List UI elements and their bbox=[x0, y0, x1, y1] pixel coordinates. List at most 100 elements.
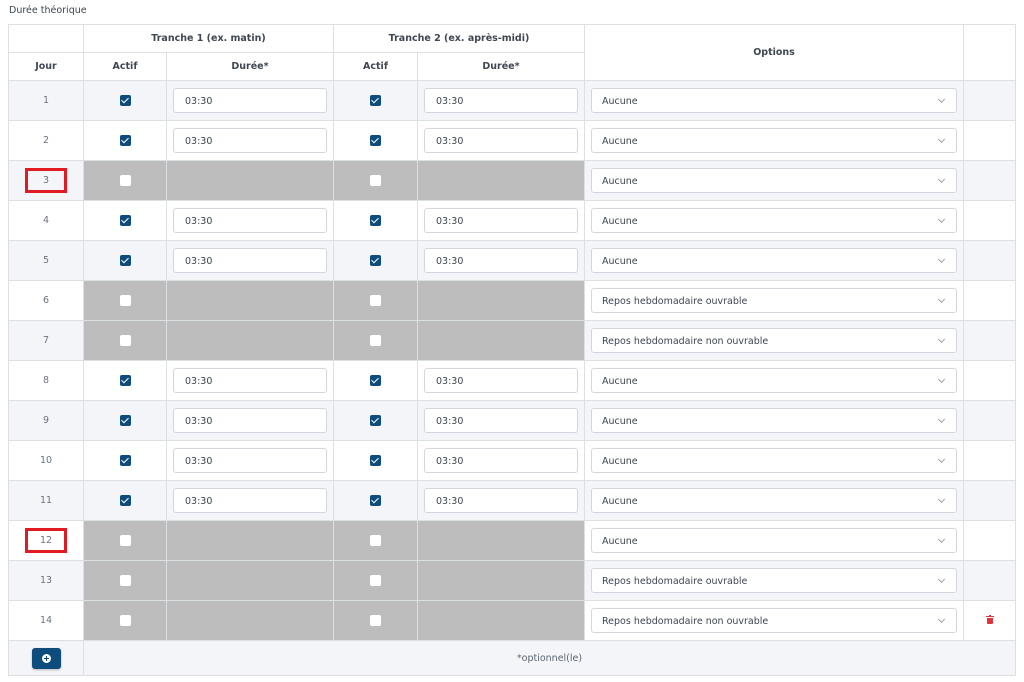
option-select[interactable]: Aucune bbox=[591, 128, 957, 153]
option-select[interactable]: Aucune bbox=[591, 208, 957, 233]
tranche2-active-checkbox[interactable] bbox=[370, 135, 381, 146]
tranche2-duration-cell: 03:30 bbox=[417, 80, 585, 121]
day-number: 2 bbox=[42, 135, 50, 146]
tranche1-duration-input[interactable]: 03:30 bbox=[173, 408, 327, 433]
tranche1-duration-cell: 03:30 bbox=[166, 120, 334, 161]
tranche1-active-checkbox[interactable] bbox=[119, 335, 131, 346]
tranche1-active-checkbox[interactable] bbox=[119, 295, 131, 306]
option-select-value: Aucune bbox=[602, 256, 638, 267]
tranche1-duration-input[interactable]: 03:30 bbox=[173, 448, 327, 473]
tranche2-active-checkbox[interactable] bbox=[370, 455, 381, 466]
trash-icon[interactable] bbox=[985, 615, 994, 624]
tranche1-active-checkbox[interactable] bbox=[119, 455, 131, 466]
tranche1-active-checkbox[interactable] bbox=[119, 575, 131, 586]
section-title: Durée théorique bbox=[9, 5, 87, 16]
tranche2-duration-input[interactable]: 03:30 bbox=[424, 128, 578, 153]
tranche2-duration-cell-disabled bbox=[417, 160, 585, 201]
action-cell bbox=[963, 160, 1016, 201]
tranche1-active-checkbox[interactable] bbox=[119, 495, 131, 506]
tranche2-duration-cell-disabled bbox=[417, 600, 585, 641]
tranche1-duration-input[interactable]: 03:30 bbox=[173, 88, 327, 113]
tranche2-active-checkbox[interactable] bbox=[370, 375, 381, 386]
tranche2-active-checkbox[interactable] bbox=[370, 575, 381, 586]
option-select[interactable]: Repos hebdomadaire non ouvrable bbox=[591, 608, 957, 633]
action-cell bbox=[963, 280, 1016, 321]
tranche2-duration-input[interactable]: 03:30 bbox=[424, 488, 578, 513]
day-number: 5 bbox=[42, 255, 50, 266]
tranche2-duration-input[interactable]: 03:30 bbox=[424, 408, 578, 433]
tranche1-active-checkbox[interactable] bbox=[119, 175, 131, 186]
tranche1-active-checkbox[interactable] bbox=[119, 255, 131, 266]
tranche1-duration-cell-disabled bbox=[166, 600, 334, 641]
option-cell: Aucune bbox=[584, 200, 964, 241]
option-select[interactable]: Aucune bbox=[591, 88, 957, 113]
table-row: 7 Repos hebdomadaire non ouvrable bbox=[8, 320, 1016, 361]
option-select-value: Aucune bbox=[602, 96, 638, 107]
tranche2-duration-input[interactable]: 03:30 bbox=[424, 448, 578, 473]
option-select[interactable]: Aucune bbox=[591, 168, 957, 193]
option-select[interactable]: Aucune bbox=[591, 248, 957, 273]
tranche2-duration-input[interactable]: 03:30 bbox=[424, 248, 578, 273]
tranche1-duration-input[interactable]: 03:30 bbox=[173, 368, 327, 393]
add-row-button[interactable] bbox=[31, 647, 61, 669]
option-select[interactable]: Repos hebdomadaire ouvrable bbox=[591, 568, 957, 593]
option-select[interactable]: Aucune bbox=[591, 368, 957, 393]
tranche2-active-checkbox[interactable] bbox=[370, 535, 381, 546]
tranche1-active-checkbox[interactable] bbox=[119, 215, 131, 226]
tranche2-active-cell bbox=[333, 160, 418, 201]
tranche2-active-checkbox[interactable] bbox=[370, 335, 381, 346]
option-select-value: Aucune bbox=[602, 136, 638, 147]
tranche2-duration-input[interactable]: 03:30 bbox=[424, 208, 578, 233]
tranche2-active-checkbox[interactable] bbox=[370, 615, 381, 626]
tranche2-active-checkbox[interactable] bbox=[370, 415, 381, 426]
table-body: 1 03:30 03:30 Aucune 2 03:30 03:30 Aucune 3 Aucun… bbox=[8, 80, 1016, 641]
option-select-value: Repos hebdomadaire ouvrable bbox=[602, 576, 748, 587]
tranche2-active-checkbox[interactable] bbox=[370, 255, 381, 266]
tranche1-duration-cell-disabled bbox=[166, 560, 334, 601]
tranche1-duration-input[interactable]: 03:30 bbox=[173, 248, 327, 273]
option-select[interactable]: Aucune bbox=[591, 528, 957, 553]
option-select-value: Repos hebdomadaire non ouvrable bbox=[602, 616, 769, 627]
day-number: 4 bbox=[42, 215, 50, 226]
tranche1-active-checkbox[interactable] bbox=[119, 615, 131, 626]
option-select[interactable]: Repos hebdomadaire ouvrable bbox=[591, 288, 957, 313]
tranche1-active-checkbox[interactable] bbox=[119, 375, 131, 386]
option-select[interactable]: Aucune bbox=[591, 408, 957, 433]
tranche1-active-checkbox[interactable] bbox=[119, 535, 131, 546]
chevron-down-icon bbox=[937, 295, 946, 304]
tranche2-duration-input[interactable]: 03:30 bbox=[424, 88, 578, 113]
day-number: 11 bbox=[39, 495, 53, 506]
tranche1-duration-cell: 03:30 bbox=[166, 200, 334, 241]
option-select[interactable]: Aucune bbox=[591, 448, 957, 473]
chevron-down-icon bbox=[937, 95, 946, 104]
option-select[interactable]: Aucune bbox=[591, 488, 957, 513]
tranche1-active-cell bbox=[83, 200, 167, 241]
tranche2-active-checkbox[interactable] bbox=[370, 295, 381, 306]
tranche2-active-checkbox[interactable] bbox=[370, 495, 381, 506]
option-cell: Aucune bbox=[584, 440, 964, 481]
tranche1-active-cell bbox=[83, 520, 167, 561]
option-select[interactable]: Repos hebdomadaire non ouvrable bbox=[591, 328, 957, 353]
tranche1-active-checkbox[interactable] bbox=[119, 95, 131, 106]
table-row: 10 03:30 03:30 Aucune bbox=[8, 440, 1016, 481]
table-row: 1 03:30 03:30 Aucune bbox=[8, 80, 1016, 121]
tranche1-duration-input[interactable]: 03:30 bbox=[173, 128, 327, 153]
option-select-value: Aucune bbox=[602, 176, 638, 187]
tranche1-active-checkbox[interactable] bbox=[119, 135, 131, 146]
option-cell: Aucune bbox=[584, 80, 964, 121]
tranche2-duration-input[interactable]: 03:30 bbox=[424, 368, 578, 393]
tranche1-duration-input[interactable]: 03:30 bbox=[173, 488, 327, 513]
tranche2-active-checkbox[interactable] bbox=[370, 95, 381, 106]
option-cell: Aucune bbox=[584, 160, 964, 201]
tranche2-active-checkbox[interactable] bbox=[370, 175, 381, 186]
tranche1-duration-input[interactable]: 03:30 bbox=[173, 208, 327, 233]
tranche2-active-cell bbox=[333, 240, 418, 281]
day-cell: 6 bbox=[8, 280, 84, 321]
day-cell: 3 bbox=[8, 160, 84, 201]
option-cell: Repos hebdomadaire non ouvrable bbox=[584, 320, 964, 361]
tranche2-active-checkbox[interactable] bbox=[370, 215, 381, 226]
tranche1-active-cell bbox=[83, 600, 167, 641]
tranche1-active-checkbox[interactable] bbox=[119, 415, 131, 426]
tranche2-active-cell bbox=[333, 320, 418, 361]
tranche2-active-cell bbox=[333, 520, 418, 561]
